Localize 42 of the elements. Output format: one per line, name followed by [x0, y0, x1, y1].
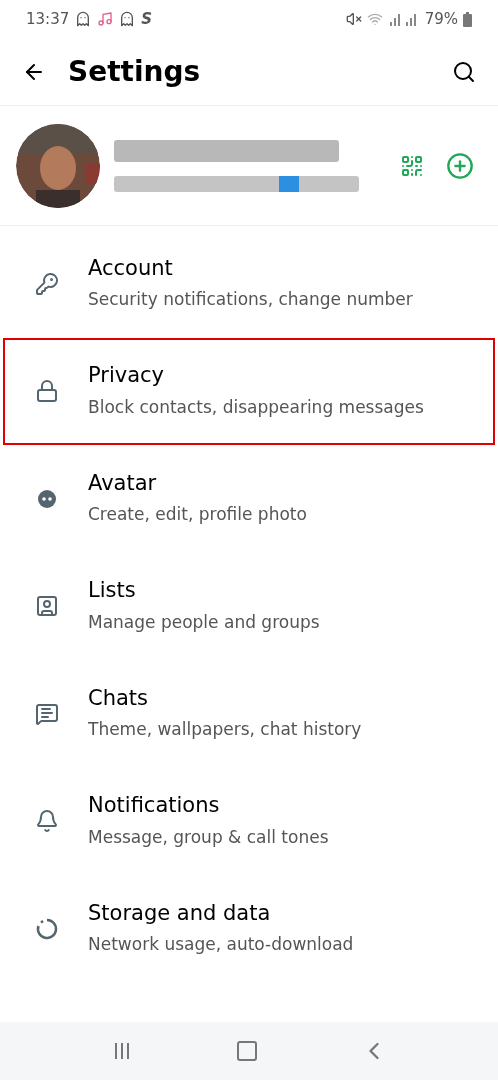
mute-icon: [345, 11, 362, 27]
settings-item[interactable]: Lists Manage people and groups: [3, 552, 495, 660]
settings-item[interactable]: Avatar Create, edit, profile photo: [3, 445, 495, 553]
notification-letter: S: [141, 8, 153, 30]
home-button[interactable]: [235, 1039, 259, 1063]
item-title: Notifications: [88, 792, 221, 819]
qr-code-icon: [400, 153, 424, 178]
ghost-icon: [75, 11, 92, 27]
plus-circle-icon: [446, 151, 474, 180]
key-icon: [35, 271, 59, 296]
item-title: Account: [88, 254, 174, 281]
item-title: Lists: [88, 577, 137, 604]
settings-item[interactable]: Notifications Message, group & call tones: [3, 767, 495, 875]
battery-percent: 79%: [424, 8, 458, 30]
item-subtitle: Theme, wallpapers, chat history: [88, 719, 362, 741]
chat-icon: [35, 701, 59, 726]
bell-icon: [35, 809, 59, 834]
settings-item[interactable]: Privacy Block contacts, disappearing messages: [3, 337, 495, 445]
item-subtitle: Block contacts, disappearing messages: [88, 396, 424, 418]
item-title: Privacy: [88, 362, 166, 389]
lock-icon: [35, 379, 59, 404]
item-title: Storage and data: [88, 899, 272, 926]
item-title: Chats: [88, 684, 150, 711]
ghost-icon: [119, 11, 136, 27]
contact-card-icon: [35, 594, 59, 619]
page-title: Settings: [68, 53, 201, 90]
status-time: 13:37: [26, 8, 70, 30]
search-icon: [452, 59, 476, 84]
item-subtitle: Security notifications, change number: [88, 289, 413, 311]
wifi-icon: [366, 11, 383, 27]
settings-item[interactable]: Chats Theme, wallpapers, chat history: [3, 660, 495, 768]
item-subtitle: Create, edit, profile photo: [88, 504, 307, 526]
item-subtitle: Manage people and groups: [88, 611, 320, 633]
storage-ring-icon: [35, 916, 59, 941]
settings-item[interactable]: Account Security notifications, change number: [3, 230, 495, 338]
music-note-icon: [97, 11, 114, 27]
battery-icon: [463, 11, 472, 27]
item-subtitle: Network usage, auto-download: [88, 934, 354, 956]
settings-item[interactable]: Storage and data Network usage, auto-download: [3, 875, 495, 983]
item-title: Avatar: [88, 469, 158, 496]
item-subtitle: Message, group & call tones: [88, 826, 329, 848]
home-square-icon: [235, 1039, 259, 1063]
